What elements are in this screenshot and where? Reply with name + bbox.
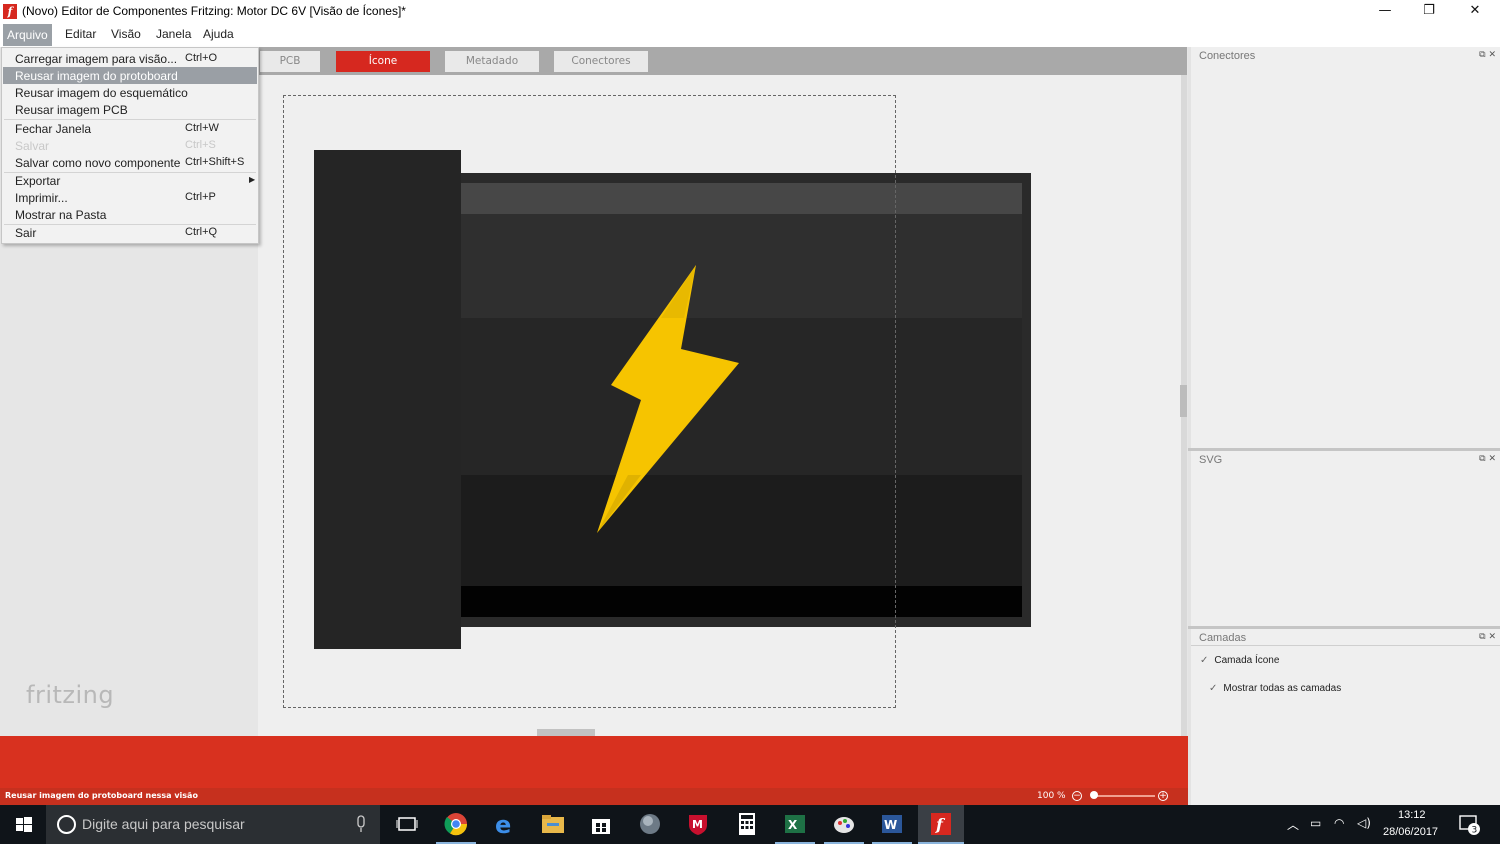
- menu-item-close-window[interactable]: Fechar Janela Ctrl+W: [3, 120, 257, 137]
- menu-item-reuse-schematic[interactable]: Reusar imagem do esquemático: [3, 84, 257, 101]
- panel-float-close-icons[interactable]: ⧉ ✕: [1479, 50, 1496, 60]
- taskbar-search-box[interactable]: Digite aqui para pesquisar: [46, 805, 380, 844]
- cortana-icon: [57, 815, 76, 834]
- svg-panel: SVG ⧉ ✕: [1191, 451, 1500, 626]
- menu-item-save-as-new[interactable]: Salvar como novo componente Ctrl+Shift+S: [3, 154, 257, 171]
- file-explorer-icon[interactable]: [540, 811, 566, 837]
- svg-text:M: M: [692, 818, 703, 831]
- word-icon[interactable]: W: [879, 811, 905, 837]
- store-icon[interactable]: [588, 811, 614, 837]
- menu-item-print[interactable]: Imprimir... Ctrl+P: [3, 189, 257, 206]
- edge-icon[interactable]: e: [492, 811, 518, 837]
- menu-item-quit[interactable]: Sair Ctrl+Q: [3, 224, 257, 241]
- mcafee-icon[interactable]: M: [685, 811, 711, 837]
- menu-item-reuse-breadboard[interactable]: Reusar imagem do protoboard: [3, 67, 257, 84]
- windows-taskbar: Digite aqui para pesquisar e M X W f ︿ ▭…: [0, 805, 1500, 844]
- zoom-slider-handle[interactable]: [1090, 791, 1098, 799]
- show-all-layers-toggle[interactable]: ✓ Mostrar todas as camadas: [1209, 683, 1341, 694]
- clock-time[interactable]: 13:12: [1398, 809, 1426, 821]
- menu-item-show-in-folder[interactable]: Mostrar na Pasta: [3, 206, 257, 223]
- status-message: Reusar imagem do protoboard nessa visão: [5, 791, 198, 800]
- selection-boundary: [283, 95, 896, 708]
- fritzing-icon: f: [931, 813, 951, 835]
- layer-icon-toggle[interactable]: ✓ Camada Ícone: [1200, 655, 1279, 666]
- search-placeholder: Digite aqui para pesquisar: [82, 816, 245, 832]
- svg-text:X: X: [788, 818, 798, 832]
- clock-date[interactable]: 28/06/2017: [1383, 826, 1438, 838]
- canvas-horizontal-scroll-thumb[interactable]: [537, 729, 595, 736]
- globe-app-icon[interactable]: [637, 811, 663, 837]
- microphone-icon[interactable]: [356, 815, 366, 833]
- start-button[interactable]: [0, 805, 46, 844]
- task-view-icon[interactable]: [394, 811, 420, 837]
- checkmark-icon: ✓: [1209, 683, 1218, 694]
- chrome-icon[interactable]: [443, 811, 469, 837]
- status-bar: Reusar imagem do protoboard nessa visão …: [0, 788, 1188, 805]
- connectors-panel: Conectores ⧉ ✕: [1191, 47, 1500, 448]
- excel-icon[interactable]: X: [782, 811, 808, 837]
- notifications-icon[interactable]: 3: [1458, 814, 1482, 836]
- menu-item-export[interactable]: Exportar ▶: [3, 172, 257, 189]
- menu-item-reuse-pcb[interactable]: Reusar imagem PCB: [3, 101, 257, 118]
- svg-text:e: e: [495, 811, 511, 837]
- calculator-icon[interactable]: [734, 811, 760, 837]
- checkmark-icon: ✓: [1200, 655, 1209, 666]
- connectors-panel-title: Conectores: [1199, 50, 1256, 62]
- zoom-slider[interactable]: [1093, 795, 1155, 797]
- svg-panel-title: SVG: [1199, 454, 1223, 466]
- zoom-in-icon[interactable]: +: [1158, 791, 1168, 801]
- wifi-icon[interactable]: ◠: [1334, 816, 1344, 830]
- show-hidden-icons-icon[interactable]: ︿: [1287, 816, 1299, 833]
- paint-icon[interactable]: [831, 811, 857, 837]
- panel-float-close-icons[interactable]: ⧉ ✕: [1479, 632, 1496, 642]
- fritzing-taskbar-button[interactable]: f: [918, 805, 964, 844]
- zoom-out-icon[interactable]: −: [1072, 791, 1082, 801]
- submenu-arrow-icon: ▶: [249, 175, 256, 184]
- bottom-toolbar: [0, 736, 1188, 788]
- fritzing-watermark-logo: fritzing: [26, 681, 115, 709]
- show-all-layers-label: Mostrar todas as camadas: [1223, 683, 1342, 694]
- layer-icon-label: Camada Ícone: [1214, 655, 1280, 666]
- notification-count: 3: [1472, 826, 1478, 836]
- menu-item-load-image[interactable]: Carregar imagem para visão... Ctrl+O: [3, 50, 257, 67]
- windows-logo-icon: [16, 817, 32, 832]
- battery-icon[interactable]: ▭: [1310, 816, 1321, 830]
- zoom-level: 100 %: [1037, 791, 1066, 801]
- file-menu-dropdown: Carregar imagem para visão... Ctrl+O Reus…: [1, 47, 259, 244]
- menu-item-save: Salvar Ctrl+S: [15, 139, 216, 153]
- svg-text:W: W: [884, 818, 897, 832]
- layers-panel-title: Camadas: [1199, 632, 1247, 644]
- panel-float-close-icons[interactable]: ⧉ ✕: [1479, 454, 1496, 464]
- volume-icon[interactable]: ◁): [1357, 816, 1371, 830]
